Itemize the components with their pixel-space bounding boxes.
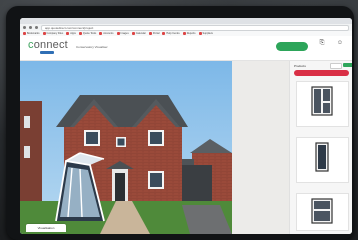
- bookmark-item[interactable]: Reports: [182, 32, 196, 35]
- bookmark-item[interactable]: Apps: [66, 32, 76, 35]
- browser-toolbar: app.quotedirect.com/connect/project: [20, 24, 352, 31]
- toggle-option[interactable]: [330, 63, 342, 69]
- laptop-screen: app.quotedirect.com/connect/project Book…: [20, 18, 352, 234]
- app-logo[interactable]: connect: [28, 39, 68, 51]
- add-product-button[interactable]: [294, 70, 349, 76]
- door-icon: [315, 142, 329, 172]
- bookmark-item[interactable]: Bookmarks: [23, 32, 40, 35]
- logo-badge: [40, 51, 54, 54]
- bookmark-item[interactable]: Quote Tools: [78, 32, 96, 35]
- reload-icon[interactable]: [35, 26, 38, 29]
- product-card[interactable]: [296, 193, 349, 231]
- product-card[interactable]: [296, 137, 349, 183]
- primary-action-button[interactable]: [276, 42, 308, 51]
- panel-title: Products: [294, 64, 306, 68]
- visualisation-tab[interactable]: Visualisation: [26, 224, 66, 232]
- bookmark-item[interactable]: Company Files: [42, 32, 63, 35]
- app-header: connect Conservatory Visualiser ⎘ ☺: [20, 36, 352, 61]
- bookmark-item[interactable]: Help Centre: [162, 32, 180, 35]
- casement-window-icon: [311, 86, 333, 116]
- window-icon: [311, 198, 333, 224]
- bookmark-item[interactable]: Images: [116, 32, 129, 35]
- products-panel: Products: [289, 61, 352, 234]
- address-bar[interactable]: app.quotedirect.com/connect/project: [41, 24, 349, 31]
- view-toggle: [330, 63, 352, 69]
- user-icon[interactable]: ☺: [334, 40, 346, 47]
- laptop-bezel: app.quotedirect.com/connect/project Book…: [6, 6, 354, 240]
- toggle-option-active[interactable]: [343, 63, 352, 67]
- bookmark-item[interactable]: Portal: [148, 32, 159, 35]
- bookmark-item[interactable]: Suppliers: [198, 32, 213, 35]
- bookmark-item[interactable]: Calendar: [131, 32, 146, 35]
- footer-note: [320, 227, 348, 232]
- bookmark-item[interactable]: Accounts: [99, 32, 114, 35]
- canvas-margin: [232, 61, 289, 234]
- house-photo: [20, 61, 232, 234]
- project-title: Conservatory Visualiser: [76, 45, 108, 49]
- back-icon[interactable]: [23, 26, 26, 29]
- share-icon[interactable]: ⎘: [316, 40, 328, 47]
- product-card[interactable]: [296, 81, 349, 127]
- visualiser-canvas[interactable]: [20, 61, 232, 234]
- forward-icon[interactable]: [29, 26, 32, 29]
